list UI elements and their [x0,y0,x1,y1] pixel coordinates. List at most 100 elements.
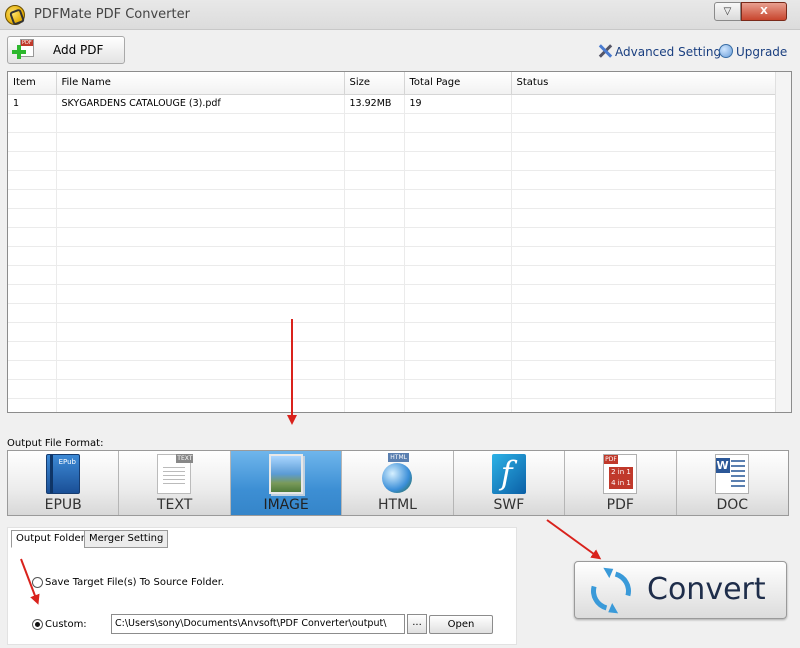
empty-cell [344,189,405,209]
tab-merger-setting[interactable]: Merger Setting [84,530,169,548]
empty-cell [404,379,512,399]
upgrade-label: Upgrade [736,45,788,59]
cell-status [511,94,777,114]
advanced-settings-link[interactable]: Advanced Settings [598,44,727,60]
format-pdf[interactable]: PDF [565,451,677,515]
format-epub-label: EPUB [44,497,82,513]
arrow-to-convert-button [546,519,602,560]
column-header-size[interactable]: Size [344,72,405,95]
convert-label: Convert [647,572,766,607]
format-image[interactable]: IMAGE [230,451,343,515]
tools-icon [598,44,612,58]
empty-cell [511,379,777,399]
column-header-total-page[interactable]: Total Page [404,72,512,95]
empty-table-row [8,322,777,342]
empty-cell [511,265,777,285]
empty-table-row [8,265,777,285]
empty-cell [511,360,777,380]
empty-cell [404,151,512,171]
empty-cell [56,113,345,133]
advanced-settings-label: Advanced Settings [615,45,728,59]
empty-cell [8,284,57,304]
table-header-row: Item File Name Size Total Page Status [8,72,777,95]
format-text[interactable]: TEXT [119,451,231,515]
format-html[interactable]: HTML [342,451,454,515]
empty-cell [8,398,57,412]
column-header-item[interactable]: Item [8,72,57,95]
format-pdf-label: PDF [606,497,634,513]
format-doc[interactable]: DOC [676,451,788,515]
empty-cell [511,284,777,304]
browse-button[interactable]: ... [407,614,427,634]
empty-cell [511,341,777,361]
empty-cell [344,322,405,342]
empty-cell [8,113,57,133]
empty-cell [56,398,345,412]
image-icon [268,454,303,494]
empty-cell [344,284,405,304]
convert-button[interactable]: Convert [574,561,787,619]
empty-cell [344,379,405,399]
empty-cell [404,322,512,342]
vertical-scrollbar[interactable] [775,72,791,412]
empty-cell [404,398,512,412]
empty-table-row [8,189,777,209]
cell-total-page: 19 [404,94,512,114]
empty-cell [404,284,512,304]
epub-icon [46,454,80,494]
empty-cell [56,322,345,342]
empty-cell [404,265,512,285]
empty-cell [511,132,777,152]
empty-cell [8,303,57,323]
format-epub[interactable]: EPUB [8,451,120,515]
save-to-source-radio[interactable] [32,577,43,588]
convert-refresh-icon [583,563,639,619]
table-row[interactable]: 1 SKYGARDENS CATALOUGE (3).pdf 13.92MB 1… [8,94,777,114]
empty-cell [8,189,57,209]
custom-path-field[interactable]: C:\Users\sony\Documents\Anvsoft\PDF Conv… [111,614,405,634]
empty-table-row [8,341,777,361]
format-text-label: TEXT [156,497,193,513]
empty-cell [8,360,57,380]
empty-cell [344,113,405,133]
add-pdf-button[interactable]: Add PDF [7,36,125,64]
empty-cell [511,398,777,412]
empty-cell [404,227,512,247]
empty-cell [404,189,512,209]
format-swf[interactable]: SWF [453,451,566,515]
empty-cell [56,379,345,399]
open-folder-button[interactable]: Open [429,615,493,634]
column-header-status[interactable]: Status [511,72,777,95]
empty-cell [8,151,57,171]
empty-table-row [8,132,777,152]
empty-cell [511,208,777,228]
doc-icon [714,454,749,494]
add-pdf-icon [12,39,36,61]
empty-cell [56,341,345,361]
empty-cell [56,189,345,209]
empty-cell [56,303,345,323]
save-to-source-label: Save Target File(s) To Source Folder. [45,577,225,588]
empty-cell [344,341,405,361]
minimize-button[interactable]: ▽ [714,2,741,21]
empty-cell [511,227,777,247]
close-button[interactable]: X [741,2,787,21]
column-header-file-name[interactable]: File Name [56,72,345,95]
upgrade-link[interactable]: Upgrade [719,44,787,60]
empty-cell [511,189,777,209]
empty-table-row [8,208,777,228]
app-logo-icon [5,5,25,25]
empty-cell [511,113,777,133]
tab-output-folder[interactable]: Output Folder [11,530,90,548]
file-list[interactable]: Item File Name Size Total Page Status 1 … [7,71,792,413]
empty-cell [511,170,777,190]
custom-radio[interactable] [32,619,43,630]
empty-cell [8,322,57,342]
cell-size: 13.92MB [344,94,405,114]
empty-cell [511,322,777,342]
empty-cell [8,246,57,266]
empty-cell [511,246,777,266]
empty-cell [404,246,512,266]
empty-cell [404,341,512,361]
empty-table-row [8,360,777,380]
